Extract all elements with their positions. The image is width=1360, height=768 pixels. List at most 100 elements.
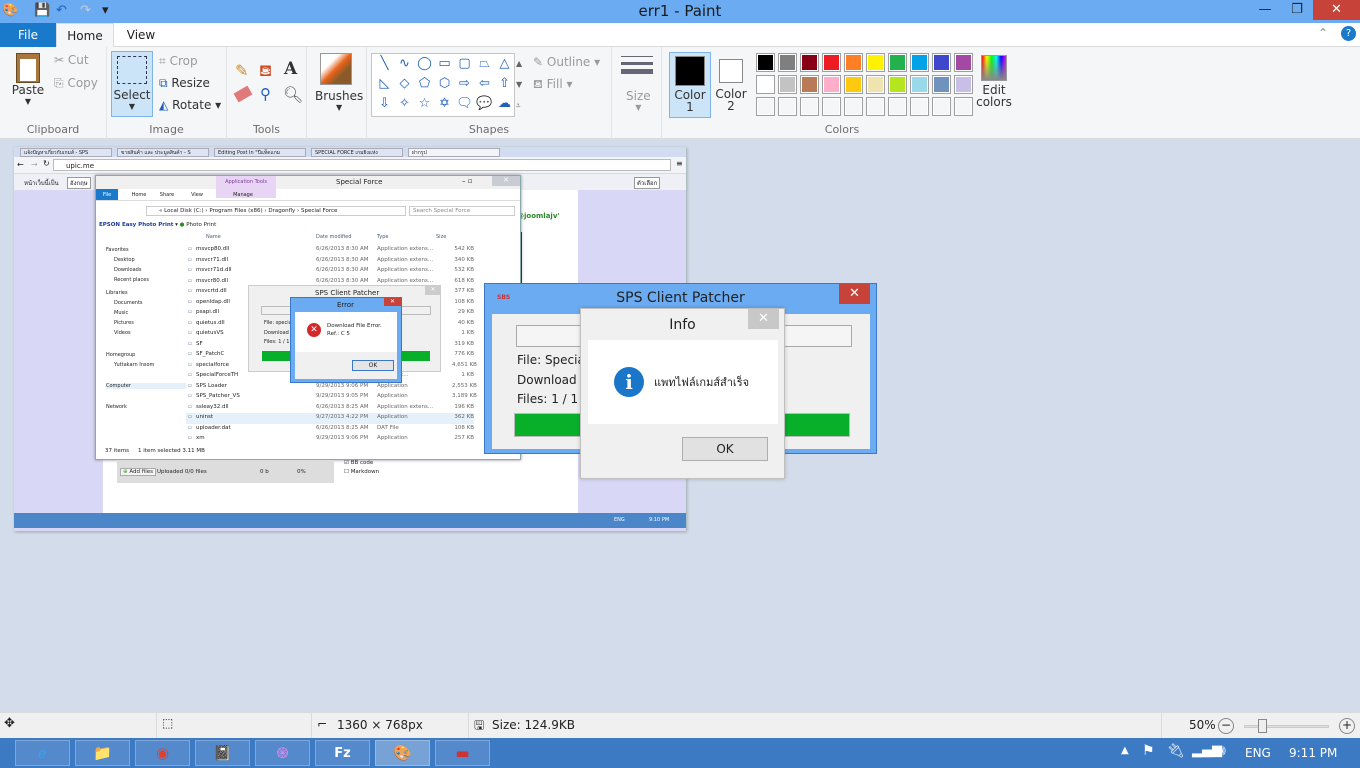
browser-tab[interactable]: Editing Post In "ปีแท็ดแกม — [214, 148, 306, 157]
custom-color-slot[interactable] — [866, 97, 885, 116]
shape-tool[interactable]: 💬 — [475, 96, 494, 111]
palette-swatch[interactable] — [910, 75, 929, 94]
shape-tool[interactable]: ⇩ — [375, 96, 394, 111]
palette-swatch[interactable] — [756, 53, 775, 72]
help-icon[interactable]: ? — [1341, 26, 1356, 41]
palette-swatch[interactable] — [866, 75, 885, 94]
custom-color-slot[interactable] — [756, 97, 775, 116]
nav-item[interactable]: Yuttakarn Insom — [114, 362, 154, 368]
column-header[interactable]: Type — [377, 234, 388, 240]
resize-button[interactable]: ⧉ Resize — [159, 76, 210, 91]
shape-tool[interactable]: △ — [495, 56, 514, 71]
shape-tool[interactable]: ⬡ — [435, 76, 454, 91]
language-indicator[interactable]: ENG — [1245, 746, 1271, 760]
size-group[interactable]: Size ▼ — [612, 47, 662, 139]
brushes-button[interactable]: Brushes ▼ — [315, 89, 363, 112]
info-close-button[interactable]: ✕ — [748, 309, 779, 329]
browser-tab[interactable]: แจ้งปัญหาเกี่ยวกับเกมส์ - SPS — [20, 148, 112, 157]
file-row[interactable]: ▫ msvcp80.dll 6/26/2013 8:30 AM Application… — [186, 245, 474, 256]
fill-bucket-icon[interactable]: ⛾ — [259, 61, 272, 82]
shape-tool[interactable]: ✡ — [435, 96, 454, 111]
shape-tool[interactable]: ▢ — [455, 56, 474, 71]
shape-tool[interactable]: ◺ — [375, 76, 394, 91]
explorer-path[interactable]: « Local Disk (C:) › Program Files (x86) … — [146, 206, 406, 216]
file-row[interactable]: ▫ uninst 9/27/2013 4:22 PM Application 362 K… — [186, 413, 474, 424]
file-row[interactable]: ▫ SPS Loader 9/29/2013 9:06 PM Application 2… — [186, 382, 477, 393]
tab-file[interactable]: File — [0, 23, 56, 47]
power-icon[interactable]: 🔌︎ — [1167, 743, 1185, 759]
nav-item[interactable]: Desktop — [114, 257, 135, 263]
custom-color-slot[interactable] — [844, 97, 863, 116]
file-row[interactable]: ▫ xm 9/29/2013 9:06 PM Application 257 KB — [186, 434, 474, 445]
browser-tab[interactable]: ขายสินค้า และ ประมูลสินค้า - S — [117, 148, 209, 157]
palette-swatch[interactable] — [756, 75, 775, 94]
nav-item[interactable]: Libraries — [106, 290, 128, 296]
explorer-tab[interactable]: View — [182, 189, 212, 200]
zoom-slider-thumb[interactable] — [1257, 719, 1267, 733]
fill-button[interactable]: ⛾ Fill ▾ — [533, 77, 573, 93]
palette-swatch[interactable] — [844, 53, 863, 72]
cut-button[interactable]: ✂ Cut — [54, 53, 89, 67]
clock[interactable]: 9:11 PM — [1289, 746, 1337, 760]
palette-swatch[interactable] — [822, 75, 841, 94]
edit-colors-button[interactable]: Edit colors — [974, 55, 1014, 108]
palette-swatch[interactable] — [778, 53, 797, 72]
shape-tool[interactable]: ◇ — [395, 76, 414, 91]
explorer-search[interactable]: Search Special Force — [409, 206, 515, 216]
close-button[interactable]: ✕ — [1313, 0, 1360, 20]
volume-icon[interactable]: 🔊︎ — [1217, 743, 1226, 759]
palette-swatch[interactable] — [888, 75, 907, 94]
collapse-ribbon-icon[interactable]: ⌃ — [1318, 26, 1328, 40]
explorer-close[interactable]: ✕ — [492, 176, 520, 186]
tab-view[interactable]: View — [114, 23, 168, 47]
back-icon[interactable]: ← — [17, 160, 24, 169]
shape-tool[interactable]: ⇨ — [455, 76, 474, 91]
text-icon[interactable]: A — [284, 59, 297, 79]
color2-button[interactable]: Color 2 — [713, 52, 749, 118]
paste-button[interactable]: Paste ▼ — [10, 53, 46, 117]
rotate-button[interactable]: ◭ Rotate ▾ — [159, 98, 221, 112]
custom-color-slot[interactable] — [954, 97, 973, 116]
palette-swatch[interactable] — [866, 53, 885, 72]
taskbar-sps-patcher-icon[interactable]: ▬ — [435, 740, 490, 766]
column-header[interactable]: Date modified — [316, 234, 351, 240]
shapes-scroll[interactable]: ▲ ▼ ⩡ — [516, 53, 522, 116]
nav-item[interactable]: Recent places — [114, 277, 149, 283]
info-ok-button[interactable]: OK — [682, 437, 768, 461]
crop-button[interactable]: ⌗ Crop — [159, 54, 198, 69]
address-bar[interactable]: upic.me — [53, 159, 671, 171]
shape-tool[interactable]: ⇦ — [475, 76, 494, 91]
zoom-out-button[interactable]: − — [1218, 718, 1234, 734]
browser-tab[interactable]: ฝากรูป — [408, 148, 500, 157]
explorer-tab[interactable]: File — [96, 189, 118, 200]
shape-tool[interactable]: ∿ — [395, 56, 414, 71]
palette-swatch[interactable] — [932, 75, 951, 94]
error-ok-button[interactable]: OK — [352, 360, 394, 371]
explorer-tab[interactable]: Share — [152, 189, 182, 200]
palette-swatch[interactable] — [954, 53, 973, 72]
shape-tool[interactable]: ☆ — [415, 96, 434, 111]
action-center-flag-icon[interactable]: ⚑ — [1142, 743, 1155, 759]
error-close[interactable]: ✕ — [384, 298, 401, 306]
palette-swatch[interactable] — [844, 75, 863, 94]
nav-item[interactable]: Computer — [106, 383, 186, 389]
file-row[interactable]: ▫ msvcr71d.dll 6/26/2013 8:30 AM Applicatio… — [186, 266, 474, 277]
color-picker-icon[interactable]: ⚲ — [260, 85, 271, 103]
outline-button[interactable]: ✎ Outline ▾ — [533, 55, 600, 69]
palette-swatch[interactable] — [932, 53, 951, 72]
shape-tool[interactable]: ⏢ — [475, 56, 494, 71]
color1-button[interactable]: Color 1 — [669, 52, 711, 118]
zoom-in-button[interactable]: + — [1339, 718, 1355, 734]
explorer-tab[interactable]: Home — [124, 189, 154, 200]
select-button[interactable]: Select ▼ — [111, 51, 153, 117]
nav-item[interactable]: Pictures — [114, 320, 134, 326]
nav-item[interactable]: Documents — [114, 300, 143, 306]
browser-tab[interactable]: SPECIAL FORCE เกมยิงแห่ง — [311, 148, 403, 157]
shape-tool[interactable]: ⬠ — [415, 76, 434, 91]
shape-tool[interactable]: ☁ — [495, 96, 514, 111]
shape-tool[interactable]: ╲ — [375, 56, 394, 71]
palette-swatch[interactable] — [800, 53, 819, 72]
shape-tool[interactable]: ▭ — [435, 56, 454, 71]
palette-swatch[interactable] — [778, 75, 797, 94]
shape-tool[interactable]: ◯ — [415, 56, 434, 71]
